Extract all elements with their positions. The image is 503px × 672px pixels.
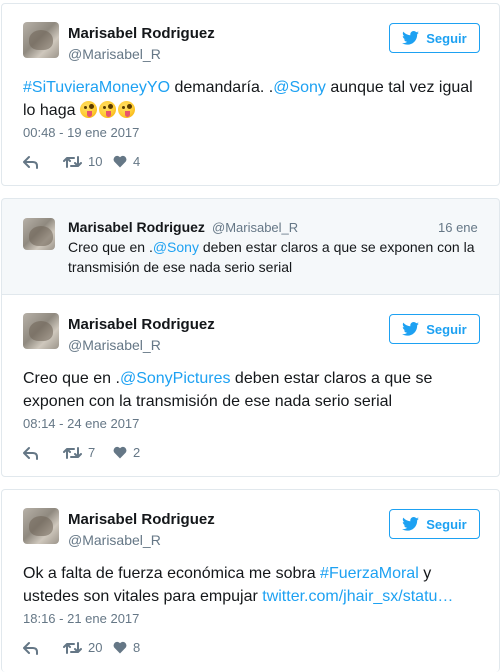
author-name[interactable]: Marisabel Rodriguez <box>68 316 215 333</box>
follow-button[interactable]: Seguir <box>389 509 480 539</box>
reply-button[interactable] <box>23 446 63 460</box>
like-count: 8 <box>133 640 141 655</box>
follow-button[interactable]: Seguir <box>389 314 480 344</box>
heart-icon <box>113 446 127 459</box>
retweet-count: 10 <box>88 154 103 169</box>
reply-button[interactable] <box>23 641 63 655</box>
url-link[interactable]: twitter.com/jhair_sx/statu… <box>262 588 453 605</box>
tweet-timestamp[interactable]: 18:16 - 21 ene 2017 <box>23 611 139 626</box>
reply-icon <box>23 155 38 169</box>
follow-label: Seguir <box>426 516 467 532</box>
tweet-text: #SiTuvieraMoneyYO demandaría. .@Sony aun… <box>23 76 481 122</box>
text-segment: Creo que en . <box>68 239 153 255</box>
retweet-button[interactable]: 20 <box>63 640 113 655</box>
avatar[interactable] <box>23 313 59 349</box>
retweet-icon <box>63 446 82 459</box>
like-count: 4 <box>133 154 141 169</box>
heart-icon <box>113 641 127 654</box>
author-handle[interactable]: @Marisabel_R <box>68 337 161 353</box>
tweet-text: Ok a falta de fuerza económica me sobra … <box>23 562 481 608</box>
mention-link[interactable]: @Sony <box>153 239 199 255</box>
author-name[interactable]: Marisabel Rodriguez <box>68 511 215 528</box>
like-button[interactable]: 4 <box>113 154 153 169</box>
mention-link[interactable]: @Sony <box>273 79 326 96</box>
author-handle[interactable]: @Marisabel_R <box>68 46 161 62</box>
winking-tongue-emoji-icon <box>117 101 135 118</box>
winking-tongue-emoji-icon <box>98 101 116 118</box>
twitter-bird-icon <box>402 517 420 531</box>
retweet-button[interactable]: 7 <box>63 445 113 460</box>
avatar[interactable] <box>23 218 55 250</box>
follow-label: Seguir <box>426 30 467 46</box>
hashtag-link[interactable]: #SiTuvieraMoneyYO <box>23 79 170 96</box>
author-handle[interactable]: @Marisabel_R <box>212 220 298 235</box>
tweet-card-2: Marisabel Rodriguez @Marisabel_R Seguir … <box>1 294 500 477</box>
follow-button[interactable]: Seguir <box>389 23 480 53</box>
tweet-timestamp[interactable]: 08:14 - 24 ene 2017 <box>23 416 139 431</box>
hashtag-link[interactable]: #FuerzaMoral <box>320 565 419 582</box>
tweet-timestamp[interactable]: 00:48 - 19 ene 2017 <box>23 125 139 140</box>
like-button[interactable]: 2 <box>113 445 153 460</box>
text-segment: Ok a falta de fuerza económica me sobra <box>23 565 321 582</box>
author-name[interactable]: Marisabel Rodriguez <box>68 25 215 42</box>
avatar[interactable] <box>23 508 59 544</box>
twitter-bird-icon <box>402 322 420 336</box>
text-segment: Creo que en . <box>23 370 120 387</box>
tweet-card-1: Marisabel Rodriguez @Marisabel_R Seguir … <box>1 3 500 186</box>
avatar[interactable] <box>23 22 59 58</box>
tweet-text: Creo que en .@Sony deben estar claros a … <box>68 237 488 277</box>
retweet-count: 20 <box>88 640 103 655</box>
winking-tongue-emoji-icon <box>79 101 97 118</box>
tweet-actions: 10 4 <box>23 154 153 169</box>
mention-link[interactable]: @SonyPictures <box>120 370 231 387</box>
author-name[interactable]: Marisabel Rodriguez <box>68 219 205 235</box>
retweet-count: 7 <box>88 445 96 460</box>
tweet-text: Creo que en .@SonyPictures deben estar c… <box>23 367 481 413</box>
like-button[interactable]: 8 <box>113 640 153 655</box>
reply-icon <box>23 446 38 460</box>
follow-label: Seguir <box>426 321 467 337</box>
text-segment: demandaría. . <box>170 79 274 96</box>
reply-icon <box>23 641 38 655</box>
reply-button[interactable] <box>23 155 63 169</box>
author-handle[interactable]: @Marisabel_R <box>68 532 161 548</box>
tweet-actions: 7 2 <box>23 445 153 460</box>
tweet-card-3: Marisabel Rodriguez @Marisabel_R Seguir … <box>1 489 500 672</box>
heart-icon <box>113 155 127 168</box>
twitter-bird-icon <box>402 31 420 45</box>
tweet-actions: 20 8 <box>23 640 153 655</box>
tweet-date[interactable]: 16 ene <box>438 220 478 235</box>
retweet-button[interactable]: 10 <box>63 154 113 169</box>
retweet-icon <box>63 155 82 168</box>
retweet-icon <box>63 641 82 654</box>
like-count: 2 <box>133 445 141 460</box>
parent-tweet[interactable]: Marisabel Rodriguez @Marisabel_R 16 ene … <box>1 198 500 294</box>
